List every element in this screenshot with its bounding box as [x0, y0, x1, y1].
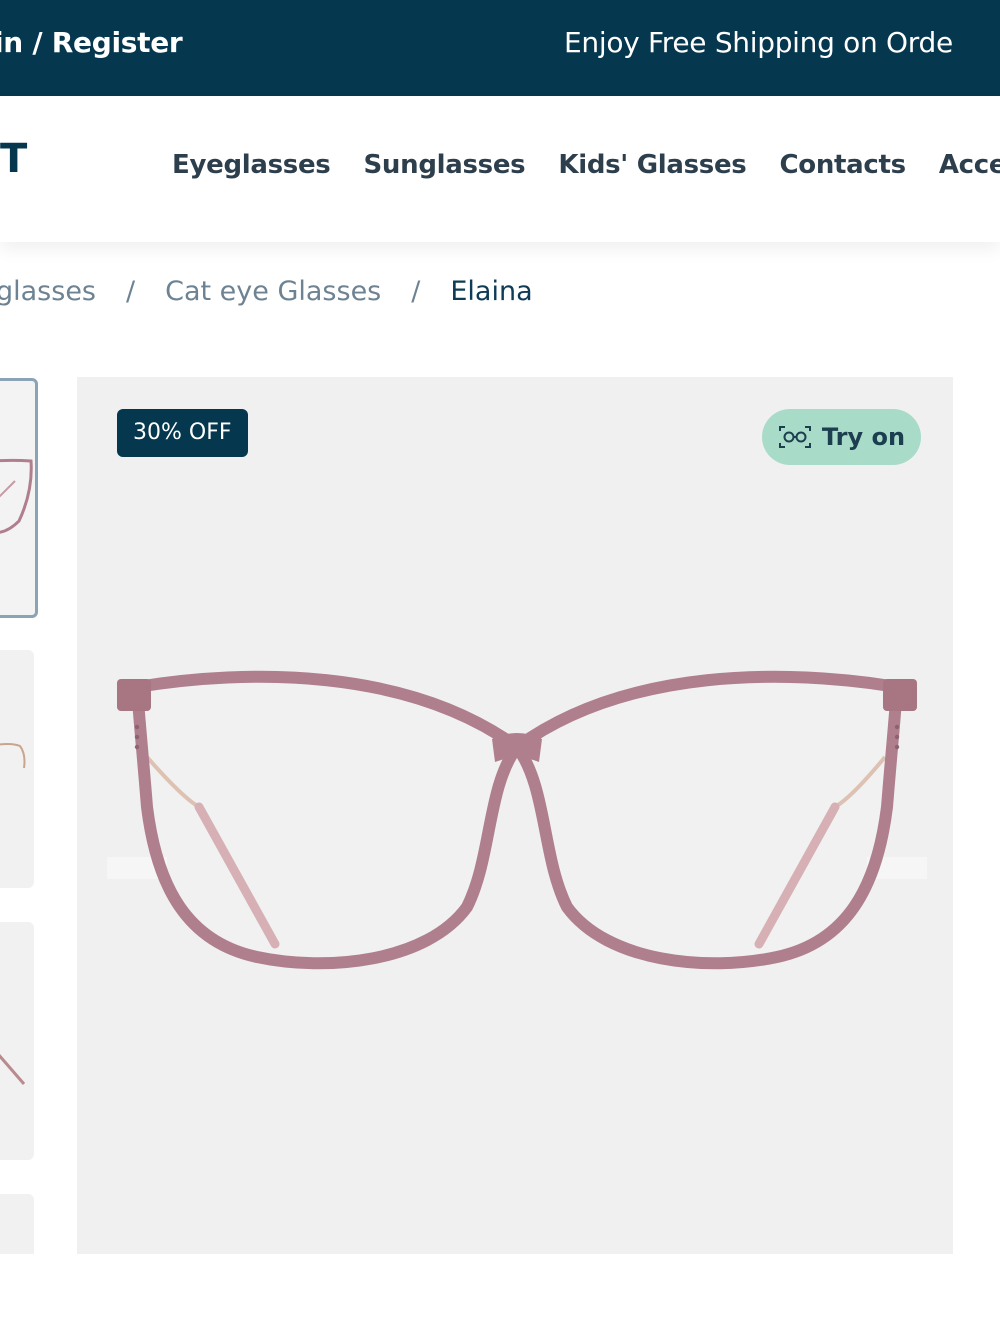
nav-sunglasses[interactable]: Sunglasses [363, 150, 525, 180]
breadcrumb-separator: / [126, 276, 136, 307]
thumbnail-side-image [0, 743, 26, 769]
discount-badge: 30% OFF [117, 409, 248, 457]
breadcrumb-current-elaina: Elaina [450, 276, 533, 307]
site-header: T Eyeglasses Sunglasses Kids' Glasses Co… [0, 96, 1000, 242]
thumbnail-front[interactable] [0, 378, 38, 618]
nav-kids-glasses[interactable]: Kids' Glasses [558, 150, 746, 180]
try-on-label: Try on [821, 423, 906, 451]
breadcrumb-separator: / [411, 276, 421, 307]
nav-contacts[interactable]: Contacts [779, 150, 906, 180]
login-register-link[interactable]: in / Register [0, 26, 183, 59]
nav-eyeglasses[interactable]: Eyeglasses [172, 150, 331, 180]
thumbnail-detail[interactable] [0, 1194, 34, 1254]
thumbnail-angle[interactable] [0, 922, 34, 1160]
try-on-button[interactable]: Try on [762, 409, 921, 465]
breadcrumb-cat-eye-glasses[interactable]: Cat eye Glasses [165, 276, 381, 307]
thumbnail-angle-image [0, 1054, 26, 1085]
product-main-image: 30% OFF Try on [77, 377, 953, 1254]
glasses-scan-icon [778, 424, 812, 450]
main-nav: Eyeglasses Sunglasses Kids' Glasses Cont… [172, 150, 1000, 180]
announcement-bar: in / Register Enjoy Free Shipping on Ord… [0, 0, 1000, 96]
nav-accessories[interactable]: Acces [939, 150, 1000, 180]
breadcrumb-eyeglasses[interactable]: glasses [0, 276, 96, 307]
thumbnail-front-image [0, 458, 33, 534]
site-logo[interactable]: T [0, 136, 27, 182]
free-shipping-promo: Enjoy Free Shipping on Orde [564, 26, 953, 59]
thumbnail-side[interactable] [0, 650, 34, 888]
breadcrumb: glasses / Cat eye Glasses / Elaina [0, 276, 533, 307]
cat-eye-glasses-image [107, 670, 927, 970]
